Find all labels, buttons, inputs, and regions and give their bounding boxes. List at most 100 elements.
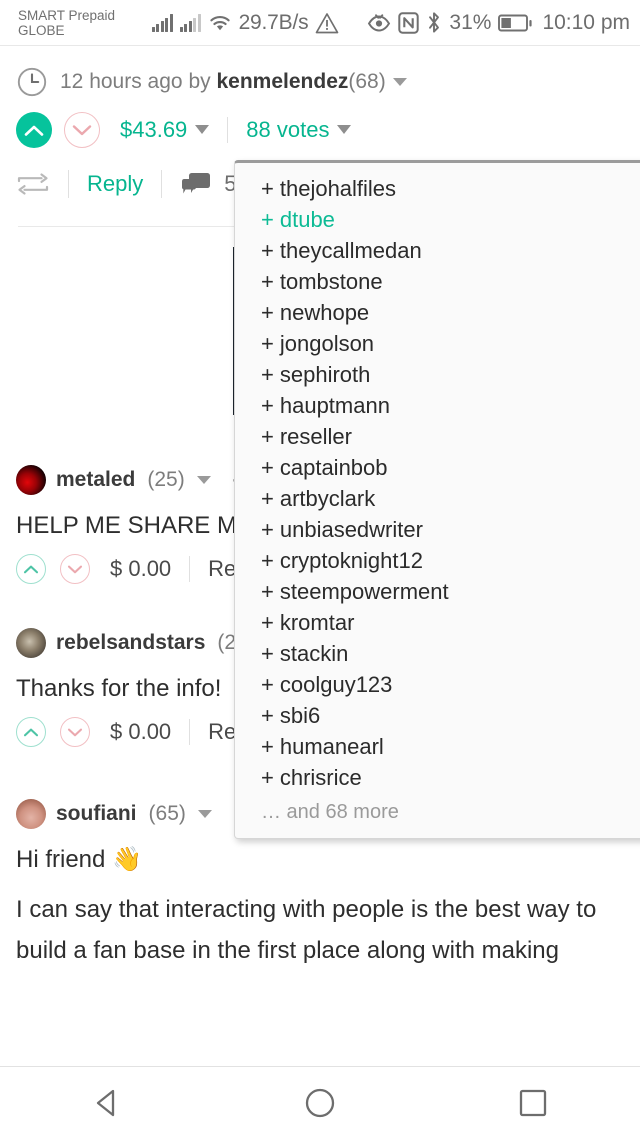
divider bbox=[189, 719, 191, 746]
voter-item[interactable]: + cryptoknight12 bbox=[235, 545, 640, 576]
voter-item[interactable]: + stackin bbox=[235, 638, 640, 669]
comment-payout[interactable]: $ 0.00 bbox=[110, 556, 171, 582]
carrier-labels: SMART Prepaid GLOBE bbox=[18, 8, 122, 38]
chevron-down-icon[interactable] bbox=[392, 78, 407, 86]
divider bbox=[189, 556, 191, 583]
voter-item[interactable]: + thejohalfiles bbox=[235, 173, 640, 204]
plus-icon: + bbox=[261, 733, 274, 759]
chevron-down-icon[interactable] bbox=[337, 125, 352, 134]
nfc-icon bbox=[398, 11, 420, 34]
voter-name: chrisrice bbox=[279, 764, 362, 790]
comment-body-line-2: I can say that interacting with people i… bbox=[16, 895, 597, 923]
divider bbox=[68, 170, 69, 198]
voter-item[interactable]: + dtube bbox=[235, 204, 640, 235]
voter-item[interactable]: + chrisrice bbox=[235, 762, 640, 793]
voter-name: kromtar bbox=[279, 609, 355, 635]
plus-icon: + bbox=[261, 206, 274, 232]
voter-item[interactable]: + coolguy123 bbox=[235, 669, 640, 700]
downvote-button[interactable] bbox=[60, 554, 90, 585]
plus-icon: + bbox=[261, 547, 274, 573]
chevron-down-icon[interactable] bbox=[196, 476, 211, 484]
voter-item[interactable]: + humanearl bbox=[235, 731, 640, 762]
upvote-button[interactable] bbox=[16, 554, 46, 585]
clock-label: 10:10 pm bbox=[542, 10, 630, 34]
plus-icon: + bbox=[261, 485, 274, 511]
voter-item[interactable]: + newhope bbox=[235, 297, 640, 328]
voter-item[interactable]: + kromtar bbox=[235, 607, 640, 638]
avatar[interactable] bbox=[16, 628, 46, 659]
recents-square-icon[interactable] bbox=[473, 1067, 593, 1138]
plus-icon: + bbox=[261, 671, 274, 697]
voter-name: captainbob bbox=[279, 454, 388, 480]
voter-item[interactable]: + theycallmedan bbox=[235, 235, 640, 266]
signal-icon-secondary bbox=[179, 13, 201, 32]
comment-author[interactable]: rebelsandstars bbox=[56, 631, 205, 655]
post-votes[interactable]: 88 votes bbox=[246, 117, 352, 143]
eye-comfort-icon bbox=[367, 12, 391, 33]
post-author[interactable]: kenmelendez bbox=[216, 70, 348, 93]
voter-item[interactable]: + captainbob bbox=[235, 452, 640, 483]
home-circle-icon[interactable] bbox=[260, 1067, 380, 1138]
plus-icon: + bbox=[261, 330, 274, 356]
chevron-down-icon[interactable] bbox=[195, 125, 210, 134]
warning-triangle-icon bbox=[315, 12, 339, 34]
comment-author[interactable]: metaled bbox=[56, 468, 135, 492]
battery-icon bbox=[498, 13, 533, 33]
comment-icon[interactable] bbox=[180, 171, 212, 197]
voter-item[interactable]: + sephiroth bbox=[235, 359, 640, 390]
comment-body-line-1: Hi friend 👋 bbox=[16, 846, 142, 874]
post-byline: 12 hours ago by kenmelendez(68) bbox=[60, 70, 407, 94]
upvote-button[interactable] bbox=[16, 717, 46, 748]
voters-dropdown[interactable]: + thejohalfiles + dtube + theycallmedan + tombs… bbox=[234, 160, 640, 839]
post-by-label: by bbox=[188, 70, 211, 93]
comment-payout[interactable]: $ 0.00 bbox=[110, 719, 171, 745]
voter-name: sephiroth bbox=[279, 361, 371, 387]
voter-name: cryptoknight12 bbox=[279, 547, 423, 573]
android-nav-bar bbox=[0, 1066, 640, 1138]
downvote-button[interactable] bbox=[60, 717, 90, 748]
voter-item[interactable]: + jongolson bbox=[235, 328, 640, 359]
plus-icon: + bbox=[261, 392, 274, 418]
phone-screen: SMART Prepaid GLOBE 29.7B/s 31% 10:10 pm… bbox=[0, 0, 640, 1138]
network-speed-label: 29.7B/s bbox=[238, 10, 309, 34]
voter-item[interactable]: + reseller bbox=[235, 421, 640, 452]
voter-name: humanearl bbox=[279, 733, 384, 759]
plus-icon: + bbox=[261, 609, 274, 635]
upvote-button[interactable] bbox=[16, 112, 52, 148]
status-bar-icons: 29.7B/s 31% 10:10 pm bbox=[151, 10, 630, 35]
voter-item[interactable]: + hauptmann bbox=[235, 390, 640, 421]
post-vote-row: $43.69 88 votes bbox=[0, 98, 640, 148]
voter-item[interactable]: + artbyclark bbox=[235, 483, 640, 514]
voters-more-label[interactable]: … and 68 more bbox=[235, 793, 640, 824]
plus-icon: + bbox=[261, 578, 274, 604]
post-reply-button[interactable]: Reply bbox=[87, 171, 143, 197]
carrier-line-1: SMART Prepaid bbox=[18, 7, 116, 23]
voter-name: steempowerment bbox=[279, 578, 449, 604]
voter-item[interactable]: + tombstone bbox=[235, 266, 640, 297]
chevron-down-icon[interactable] bbox=[197, 810, 212, 819]
resteem-icon[interactable] bbox=[16, 172, 50, 196]
carrier-line-2: GLOBE bbox=[18, 22, 65, 38]
clock-icon bbox=[16, 66, 48, 98]
plus-icon: + bbox=[261, 702, 274, 728]
voter-name: dtube bbox=[279, 206, 335, 232]
plus-icon: + bbox=[261, 516, 274, 542]
plus-icon: + bbox=[261, 454, 274, 480]
divider bbox=[227, 117, 229, 143]
comment-reply-button[interactable]: Re bbox=[208, 556, 236, 582]
voter-name: theycallmedan bbox=[279, 237, 422, 263]
voter-item[interactable]: + unbiasedwriter bbox=[235, 514, 640, 545]
comment-author[interactable]: soufiani bbox=[56, 802, 137, 826]
plus-icon: + bbox=[261, 640, 274, 666]
avatar[interactable] bbox=[16, 465, 46, 495]
downvote-button[interactable] bbox=[64, 112, 100, 148]
battery-percent-label: 31% bbox=[449, 10, 492, 34]
back-triangle-icon[interactable] bbox=[47, 1067, 167, 1138]
post-payout[interactable]: $43.69 bbox=[120, 117, 210, 143]
comment-body-line-3: build a fan base in the first place alon… bbox=[16, 936, 559, 964]
voter-item[interactable]: + sbi6 bbox=[235, 700, 640, 731]
avatar[interactable] bbox=[16, 799, 46, 830]
voter-item[interactable]: + steempowerment bbox=[235, 576, 640, 607]
post-author-reputation: (68) bbox=[348, 70, 386, 93]
comment-author-reputation: (65) bbox=[148, 802, 186, 826]
